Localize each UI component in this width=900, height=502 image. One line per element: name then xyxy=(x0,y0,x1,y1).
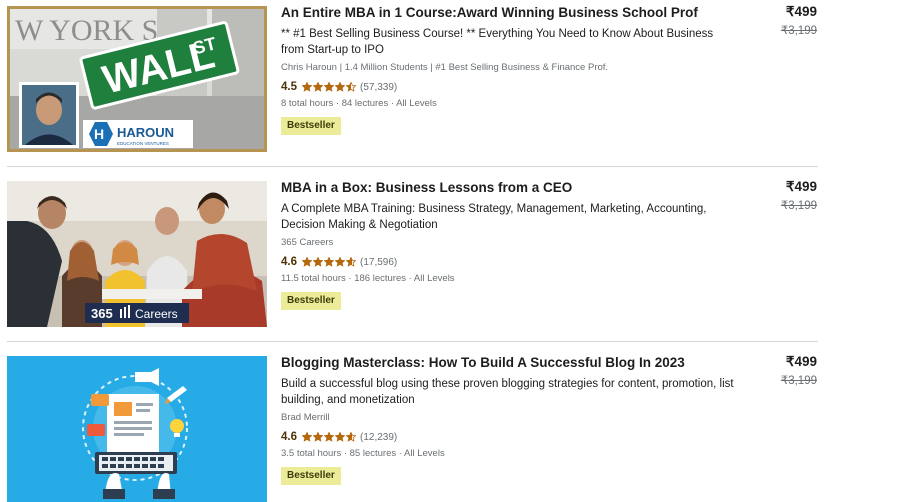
course-card[interactable]: W YORK STO WALL ST H HAROUN EDUCATION VE… xyxy=(7,4,818,152)
thumbnail-image: 365 Careers xyxy=(7,181,267,327)
star-icon xyxy=(302,432,312,442)
course-thumbnail[interactable] xyxy=(7,356,267,502)
brand-number: 365 xyxy=(91,306,113,321)
svg-text:H: H xyxy=(94,126,104,142)
star-icon xyxy=(313,82,323,92)
original-price: ₹3,199 xyxy=(780,375,817,387)
original-price: ₹3,199 xyxy=(780,25,817,37)
course-thumbnail[interactable]: W YORK STO WALL ST H HAROUN EDUCATION VE… xyxy=(7,6,267,152)
course-meta: 8 total hours · 84 lectures · All Levels xyxy=(281,98,437,109)
course-info: An Entire MBA in 1 Course:Award Winning … xyxy=(281,5,741,135)
bestseller-badge: Bestseller xyxy=(281,467,341,485)
course-description: Build a successful blog using these prov… xyxy=(281,378,734,406)
course-price: ₹499 ₹3,199 xyxy=(780,354,817,387)
star-icon xyxy=(335,432,345,442)
course-card[interactable]: 365 Careers MBA in a Box: Business Lesso… xyxy=(7,179,818,327)
divider xyxy=(7,341,818,342)
star-icon xyxy=(346,257,356,267)
course-title[interactable]: An Entire MBA in 1 Course:Award Winning … xyxy=(281,5,741,21)
current-price: ₹499 xyxy=(785,179,817,194)
thumbnail-image xyxy=(7,356,267,502)
course-meta: 3.5 total hours · 85 lectures · All Leve… xyxy=(281,448,445,459)
star-icon xyxy=(302,257,312,267)
brand-text: HAROUN xyxy=(117,125,174,140)
course-thumbnail[interactable]: 365 Careers xyxy=(7,181,267,327)
star-icon xyxy=(313,432,323,442)
course-card[interactable]: Blogging Masterclass: How To Build A Suc… xyxy=(7,354,818,502)
course-rating: 4.6 (12,239) xyxy=(281,429,741,445)
star-icon xyxy=(324,257,334,267)
brand-name: Careers xyxy=(135,307,178,321)
course-title[interactable]: Blogging Masterclass: How To Build A Suc… xyxy=(281,355,741,371)
course-description: ** #1 Best Selling Business Course! ** E… xyxy=(281,28,714,56)
course-meta: 11.5 total hours · 186 lectures · All Le… xyxy=(281,273,455,284)
star-icon xyxy=(346,82,356,92)
course-title[interactable]: MBA in a Box: Business Lessons from a CE… xyxy=(281,180,741,196)
course-info: MBA in a Box: Business Lessons from a CE… xyxy=(281,180,741,310)
divider xyxy=(7,166,818,167)
bestseller-badge: Bestseller xyxy=(281,292,341,310)
star-rating xyxy=(302,432,357,442)
course-instructor: 365 Careers xyxy=(281,237,334,248)
brand-subtext: EDUCATION VENTURES xyxy=(117,141,169,146)
star-icon xyxy=(324,82,334,92)
star-rating xyxy=(302,257,357,267)
rating-value: 4.6 xyxy=(281,431,297,443)
star-icon xyxy=(346,432,356,442)
course-info: Blogging Masterclass: How To Build A Suc… xyxy=(281,355,741,485)
star-icon xyxy=(313,257,323,267)
course-price: ₹499 ₹3,199 xyxy=(780,4,817,37)
course-description: A Complete MBA Training: Business Strate… xyxy=(281,203,707,231)
current-price: ₹499 xyxy=(785,4,817,19)
rating-value: 4.6 xyxy=(281,256,297,268)
course-instructor: Chris Haroun | 1.4 Million Students | #1… xyxy=(281,62,609,73)
review-count: (57,339) xyxy=(360,81,398,93)
course-rating: 4.5 (57,339) xyxy=(281,79,741,95)
bestseller-badge: Bestseller xyxy=(281,117,341,135)
star-rating xyxy=(302,82,357,92)
course-price: ₹499 ₹3,199 xyxy=(780,179,817,212)
current-price: ₹499 xyxy=(785,354,817,369)
review-count: (17,596) xyxy=(360,256,398,268)
course-list: W YORK STO WALL ST H HAROUN EDUCATION VE… xyxy=(0,0,900,502)
course-instructor: Brad Merrill xyxy=(281,412,330,423)
course-rating: 4.6 (17,596) xyxy=(281,254,741,270)
review-count: (12,239) xyxy=(360,431,398,443)
star-icon xyxy=(302,82,312,92)
star-icon xyxy=(324,432,334,442)
star-icon xyxy=(335,82,345,92)
original-price: ₹3,199 xyxy=(780,200,817,212)
thumbnail-image: W YORK STO WALL ST H HAROUN EDUCATION VE… xyxy=(10,9,264,149)
rating-value: 4.5 xyxy=(281,81,297,93)
star-icon xyxy=(335,257,345,267)
